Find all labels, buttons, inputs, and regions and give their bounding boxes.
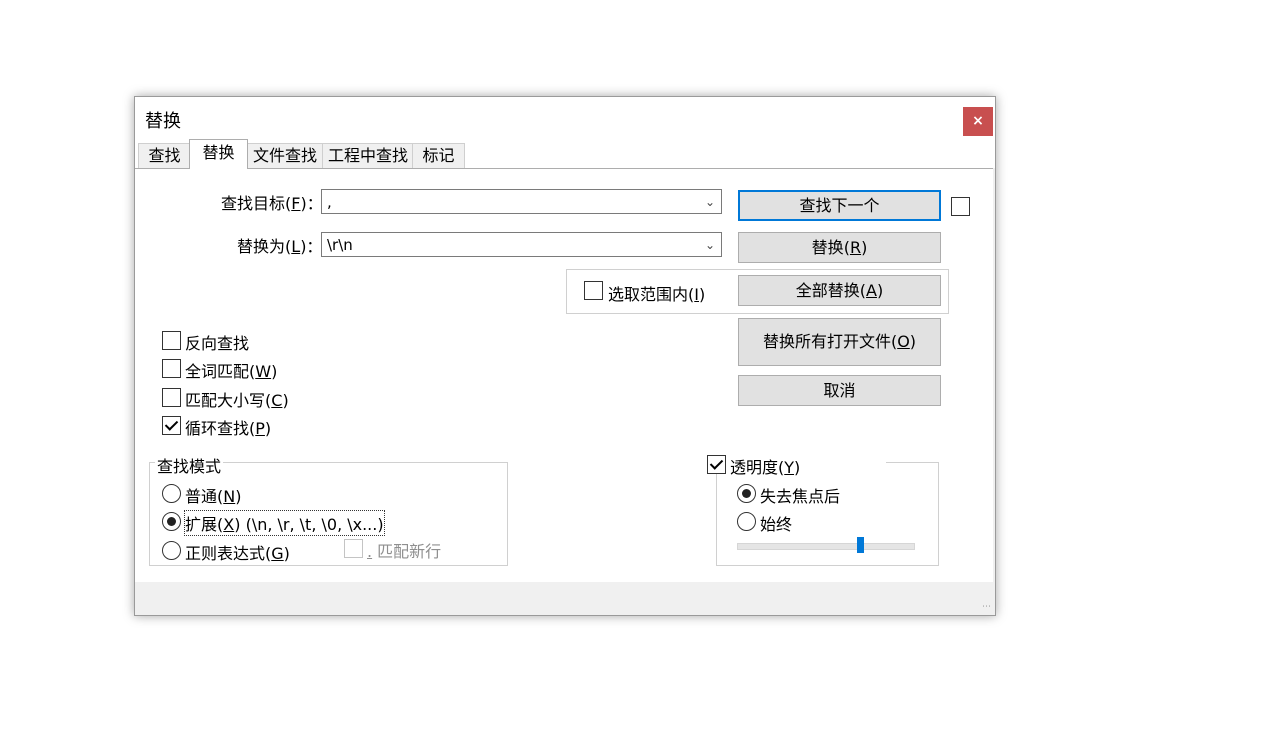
cancel-button[interactable]: 取消	[738, 375, 941, 406]
wrap-around-label: 循环查找(P)	[185, 419, 272, 438]
find-next-button[interactable]: 查找下一个	[738, 190, 941, 221]
transparency-label: 透明度(Y)	[730, 458, 801, 477]
replace-all-open-files-button[interactable]: 替换所有打开文件(O)	[738, 318, 941, 366]
transparency-slider-thumb[interactable]	[857, 537, 865, 553]
transparency-checkbox[interactable]	[707, 455, 726, 474]
in-selection-checkbox[interactable]	[584, 281, 603, 300]
normal-mode-label: 普通(N)	[185, 487, 242, 506]
backward-checkbox[interactable]	[162, 331, 181, 350]
tab-find-in-files[interactable]: 文件查找	[246, 143, 324, 168]
chevron-down-icon[interactable]: ⌄	[705, 190, 715, 214]
find-input[interactable]: , ⌄	[321, 189, 722, 214]
whole-word-label: 全词匹配(W)	[185, 362, 278, 381]
replace-button[interactable]: 替换(R)	[738, 232, 941, 263]
tab-content: 查找目标(F)： , ⌄ 替换为(L)： \r\n ⌄ 查找下一个 替换(R) …	[135, 168, 993, 583]
replace-input[interactable]: \r\n ⌄	[321, 232, 722, 257]
search-mode-title: 查找模式	[155, 453, 224, 477]
replace-all-button[interactable]: 全部替换(A)	[738, 275, 941, 306]
find-next-options-checkbox[interactable]	[951, 197, 970, 216]
extended-mode-label: 扩展(X) (\n, \r, \t, \0, \x...)	[184, 510, 385, 536]
match-case-label: 匹配大小写(C)	[185, 391, 289, 410]
tab-replace[interactable]: 替换	[189, 139, 248, 169]
tab-find-in-projects[interactable]: 工程中查找	[322, 143, 414, 168]
wrap-around-checkbox[interactable]	[162, 416, 181, 435]
find-label: 查找目标(F)：	[221, 194, 323, 213]
match-case-checkbox[interactable]	[162, 388, 181, 407]
dot-matches-newline-checkbox[interactable]	[344, 539, 363, 558]
replace-label: 替换为(L)：	[237, 237, 323, 256]
resize-grip-icon[interactable]: ⋯	[982, 602, 991, 612]
title-bar[interactable]: 替换 ×	[135, 97, 995, 139]
extended-mode-radio[interactable]	[162, 512, 181, 531]
always-radio[interactable]	[737, 512, 756, 531]
replace-dialog: 替换 × 查找 替换 文件查找 工程中查找 标记 查找目标(F)： , ⌄ 替换…	[134, 96, 996, 616]
tab-find[interactable]: 查找	[138, 143, 191, 168]
dialog-title: 替换	[145, 111, 181, 132]
regex-mode-label: 正则表达式(G)	[185, 544, 290, 563]
dot-matches-newline-label: . 匹配新行	[367, 542, 442, 561]
on-lose-focus-label: 失去焦点后	[760, 487, 841, 506]
regex-mode-radio[interactable]	[162, 541, 181, 560]
always-label: 始终	[760, 515, 793, 534]
normal-mode-radio[interactable]	[162, 484, 181, 503]
on-lose-focus-radio[interactable]	[737, 484, 756, 503]
in-selection-label: 选取范围内(I)	[608, 285, 706, 304]
backward-label: 反向查找	[185, 334, 250, 353]
chevron-down-icon[interactable]: ⌄	[705, 233, 715, 257]
close-button[interactable]: ×	[963, 107, 993, 136]
close-icon: ×	[972, 113, 984, 129]
whole-word-checkbox[interactable]	[162, 359, 181, 378]
transparency-slider[interactable]	[737, 543, 915, 550]
tab-mark[interactable]: 标记	[412, 143, 465, 168]
status-bar: ⋯	[135, 582, 995, 615]
